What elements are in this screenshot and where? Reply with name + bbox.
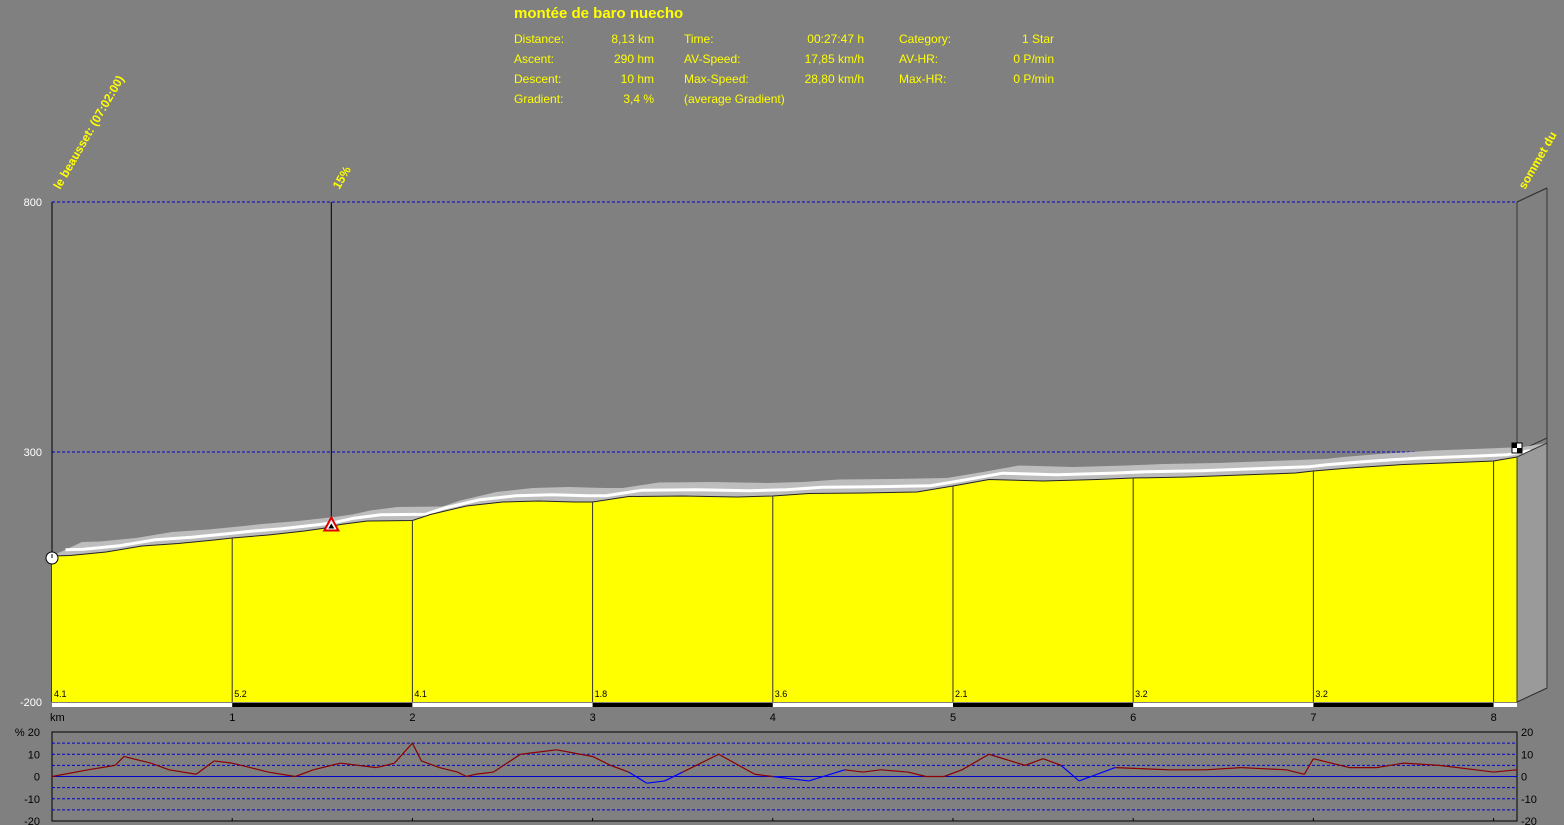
stat-label-max-speed: Max-Speed: — [684, 72, 749, 86]
stat-value-distance: 8,13 km — [611, 32, 654, 46]
right-wall-top — [1516, 187, 1548, 203]
stat-label-av-speed: AV-Speed: — [684, 52, 741, 66]
finish-flag-check — [1517, 448, 1522, 453]
gradient-y-tick-right: -10 — [1521, 794, 1537, 806]
stat-value-av-speed: 17,85 km/h — [804, 52, 864, 66]
gradient-chart: -20 -20 -10 -10 0 0 10 10 % 20 20 — [15, 727, 1537, 825]
x-tick-label: 1 — [229, 712, 235, 724]
y-tick-label: 800 — [24, 197, 42, 209]
stat-value-gradient: 3,4 % — [623, 92, 654, 106]
gradient-y-tick-right: 10 — [1521, 749, 1533, 761]
x-tick-label: 7 — [1310, 712, 1316, 724]
x-tick-label: 2 — [409, 712, 415, 724]
annotation-label: 15% — [330, 163, 354, 191]
gradient-y-tick-right: 20 — [1521, 727, 1533, 739]
x-tick-label: 3 — [590, 712, 596, 724]
segment-gradient-label: 3.2 — [1315, 689, 1328, 699]
stat-label-max-hr: Max-HR: — [899, 72, 947, 86]
distance-bar-segment — [952, 703, 1134, 707]
x-tick-label: 8 — [1491, 712, 1497, 724]
stat-value-time: 00:27:47 h — [807, 32, 864, 46]
elevation-chart: -200 300 800 4.1 5.2 4.1 1.8 3.6 2.1 3.2 3.2 km 1 2 3 4… — [20, 73, 1560, 724]
elevation-profile-chart: -2003008004.1 5.2 4.1 1.8 3.6 2.1 3.2 3.2km 1 2 3 4… — [15, 73, 1560, 825]
distance-bar-segment — [1313, 703, 1494, 707]
gradient-y-tick-left: 0 — [34, 772, 40, 784]
stat-value-category: 1 Star — [1021, 32, 1054, 46]
segment-gradient-label: 5.2 — [234, 689, 247, 699]
elevation-end-face — [1516, 442, 1548, 703]
gradient-y-tick-right: -20 — [1521, 816, 1537, 825]
track-title: montée de baro nuecho — [514, 5, 684, 22]
distance-bar-segment — [232, 703, 413, 707]
stat-value-max-hr: 0 P/min — [1013, 72, 1054, 86]
segment-gradient-label: 1.8 — [595, 689, 608, 699]
y-tick-label: -200 — [20, 697, 42, 709]
segment-gradient-label: 4.1 — [414, 689, 427, 699]
distance-bar-segment — [592, 703, 773, 707]
stat-label-descent: Descent: — [514, 72, 562, 86]
stat-value-ascent: 290 hm — [613, 52, 654, 66]
stat-note-average-gradient: (average Gradient) — [684, 92, 785, 106]
segment-gradient-label: 3.2 — [1135, 689, 1148, 699]
segment-gradient-label: 3.6 — [775, 689, 788, 699]
stat-label-time: Time: — [684, 32, 714, 46]
stat-value-av-hr: 0 P/min — [1013, 52, 1054, 66]
annotation-label: le beausset: (07:02:00) — [50, 73, 126, 191]
stat-label-av-hr: AV-HR: — [899, 52, 939, 66]
stat-value-max-speed: 28,80 km/h — [804, 72, 864, 86]
gradient-y-tick-left: -20 — [24, 816, 40, 825]
gradient-y-tick-left: 10 — [28, 749, 40, 761]
x-tick-label: 5 — [950, 712, 956, 724]
segment-gradient-label: 2.1 — [955, 689, 968, 699]
annotation-label: sommet du — [1515, 129, 1559, 191]
gradient-y-tick-left: -10 — [24, 794, 40, 806]
gradient-y-tick-left: % 20 — [15, 727, 40, 739]
stat-label-gradient: Gradient: — [514, 92, 564, 106]
stat-label-category: Category: — [899, 32, 952, 46]
stat-value-descent: 10 hm — [620, 72, 654, 86]
finish-flag-check — [1512, 443, 1517, 448]
gradient-y-tick-right: 0 — [1521, 772, 1527, 784]
y-tick-label: 300 — [24, 447, 42, 459]
x-tick-label: 6 — [1130, 712, 1136, 724]
x-axis-label: km — [50, 712, 65, 724]
segment-gradient-label: 4.1 — [54, 689, 67, 699]
x-tick-label: 4 — [770, 712, 776, 724]
stat-label-distance: Distance: — [514, 32, 565, 46]
stat-label-ascent: Ascent: — [514, 52, 555, 66]
